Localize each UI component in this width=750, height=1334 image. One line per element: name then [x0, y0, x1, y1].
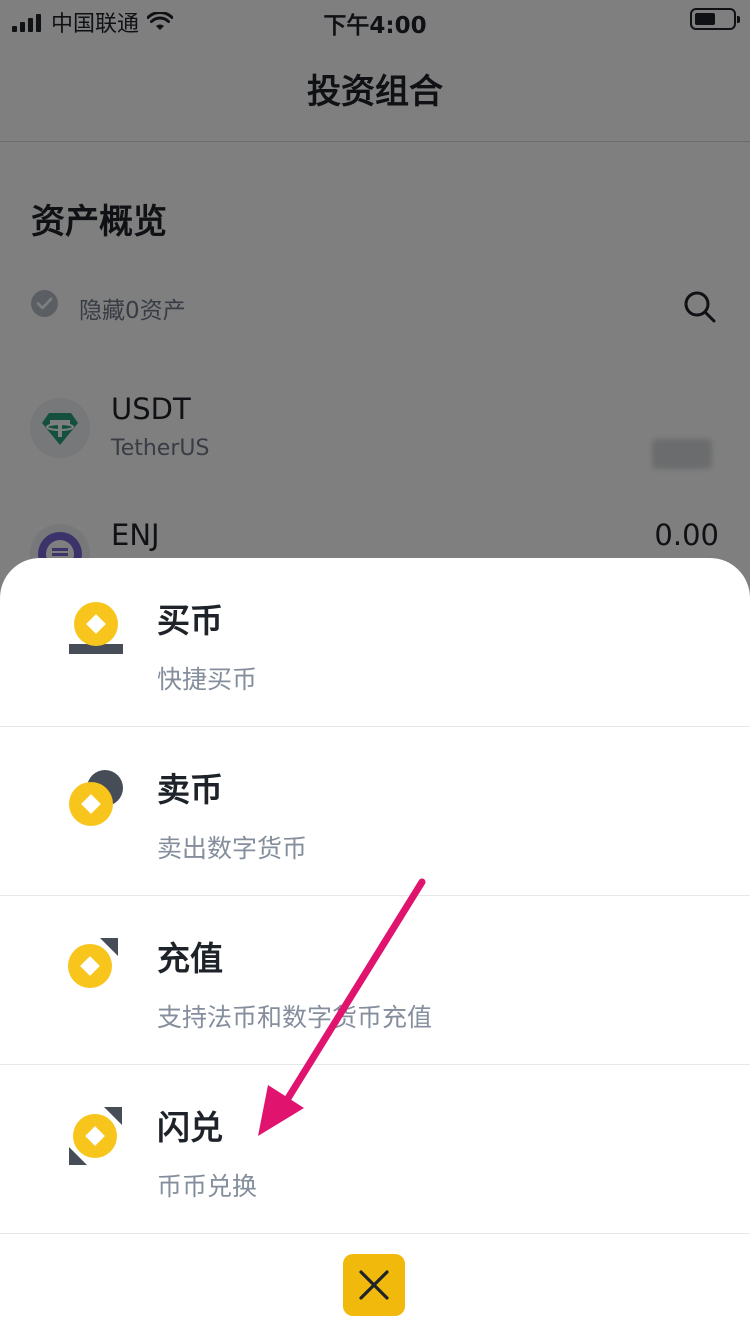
sheet-item-convert[interactable]: 闪兑 币币兑换 — [0, 1065, 750, 1234]
deposit-icon — [68, 938, 118, 988]
convert-icon — [69, 1107, 122, 1165]
sheet-item-subtitle: 支持法币和数字货币充值 — [157, 1003, 433, 1032]
sheet-item-title: 买币 — [157, 601, 223, 640]
portfolio-page: 中国联通 下午4:00 投资组合 资产概览 隐藏0资产 — [0, 0, 750, 1334]
sheet-item-subtitle: 快捷买币 — [157, 665, 258, 694]
sheet-item-title: 充值 — [157, 939, 223, 978]
sheet-item-sell[interactable]: 卖币 卖出数字货币 — [0, 727, 750, 896]
sheet-item-title: 闪兑 — [157, 1108, 223, 1147]
sheet-item-deposit[interactable]: 充值 支持法币和数字货币充值 — [0, 896, 750, 1065]
buy-coin-icon — [69, 602, 123, 654]
sheet-item-subtitle: 卖出数字货币 — [157, 834, 308, 863]
sheet-item-subtitle: 币币兑换 — [157, 1172, 258, 1201]
close-icon — [359, 1270, 389, 1300]
action-sheet: 买币 快捷买币 卖币 卖出数字货币 充值 支持法币和数字货币充值 闪兑 币币兑换 — [0, 558, 750, 1334]
close-button[interactable] — [343, 1254, 405, 1316]
sell-coin-icon — [69, 770, 123, 826]
sheet-item-buy[interactable]: 买币 快捷买币 — [0, 558, 750, 727]
sheet-item-title: 卖币 — [157, 770, 223, 809]
